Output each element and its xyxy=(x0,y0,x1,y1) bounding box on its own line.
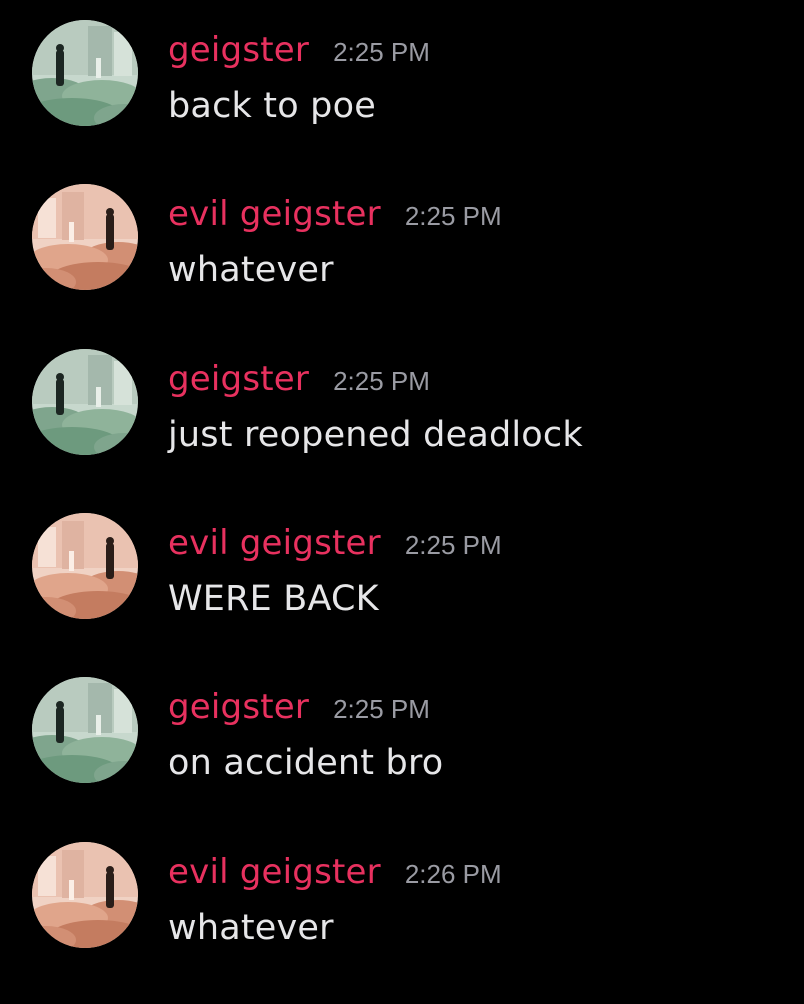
message-item[interactable]: evil geigster 2:26 PM whatever xyxy=(0,822,804,948)
message-item[interactable]: evil geigster 2:25 PM WERE BACK xyxy=(0,493,804,619)
username[interactable]: evil geigster xyxy=(168,852,381,892)
message-list: geigster 2:25 PM back to poe evil geigst… xyxy=(0,0,804,1004)
message-header: geigster 2:25 PM xyxy=(168,687,430,731)
avatar-image xyxy=(32,842,138,948)
timestamp: 2:25 PM xyxy=(404,530,502,560)
avatar-image xyxy=(32,20,138,126)
evil-geigster-avatar[interactable] xyxy=(32,842,138,948)
avatar-image xyxy=(32,184,138,290)
username[interactable]: evil geigster xyxy=(168,194,381,234)
message-header: evil geigster 2:25 PM xyxy=(168,523,502,567)
message-header: geigster 2:25 PM xyxy=(168,30,430,74)
message-content: back to poe xyxy=(168,86,376,126)
evil-geigster-avatar[interactable] xyxy=(32,184,138,290)
geigster-avatar[interactable] xyxy=(32,349,138,455)
username[interactable]: geigster xyxy=(168,359,309,399)
message-item[interactable]: geigster 2:25 PM just reopened deadlock xyxy=(0,329,804,455)
timestamp: 2:25 PM xyxy=(404,201,502,231)
message-item[interactable]: evil geigster 2:25 PM whatever xyxy=(0,164,804,290)
username[interactable]: evil geigster xyxy=(168,523,381,563)
geigster-avatar[interactable] xyxy=(32,20,138,126)
message-header: evil geigster 2:26 PM xyxy=(168,852,502,896)
message-content: whatever xyxy=(168,250,334,290)
geigster-avatar[interactable] xyxy=(32,677,138,783)
avatar-image xyxy=(32,349,138,455)
message-header: geigster 2:25 PM xyxy=(168,359,430,403)
timestamp: 2:25 PM xyxy=(333,366,430,396)
avatar-image xyxy=(32,677,138,783)
username[interactable]: geigster xyxy=(168,30,309,70)
timestamp: 2:25 PM xyxy=(333,37,430,67)
message-header: evil geigster 2:25 PM xyxy=(168,194,502,238)
timestamp: 2:26 PM xyxy=(404,859,502,889)
message-item[interactable]: geigster 2:25 PM back to poe xyxy=(0,0,804,126)
username[interactable]: geigster xyxy=(168,687,309,727)
evil-geigster-avatar[interactable] xyxy=(32,513,138,619)
message-content: on accident bro xyxy=(168,743,444,783)
message-content: whatever xyxy=(168,908,334,948)
message-content: WERE BACK xyxy=(168,579,379,619)
timestamp: 2:25 PM xyxy=(333,694,430,724)
avatar-image xyxy=(32,513,138,619)
message-item[interactable]: geigster 2:25 PM on accident bro xyxy=(0,657,804,783)
message-content: just reopened deadlock xyxy=(168,415,583,455)
